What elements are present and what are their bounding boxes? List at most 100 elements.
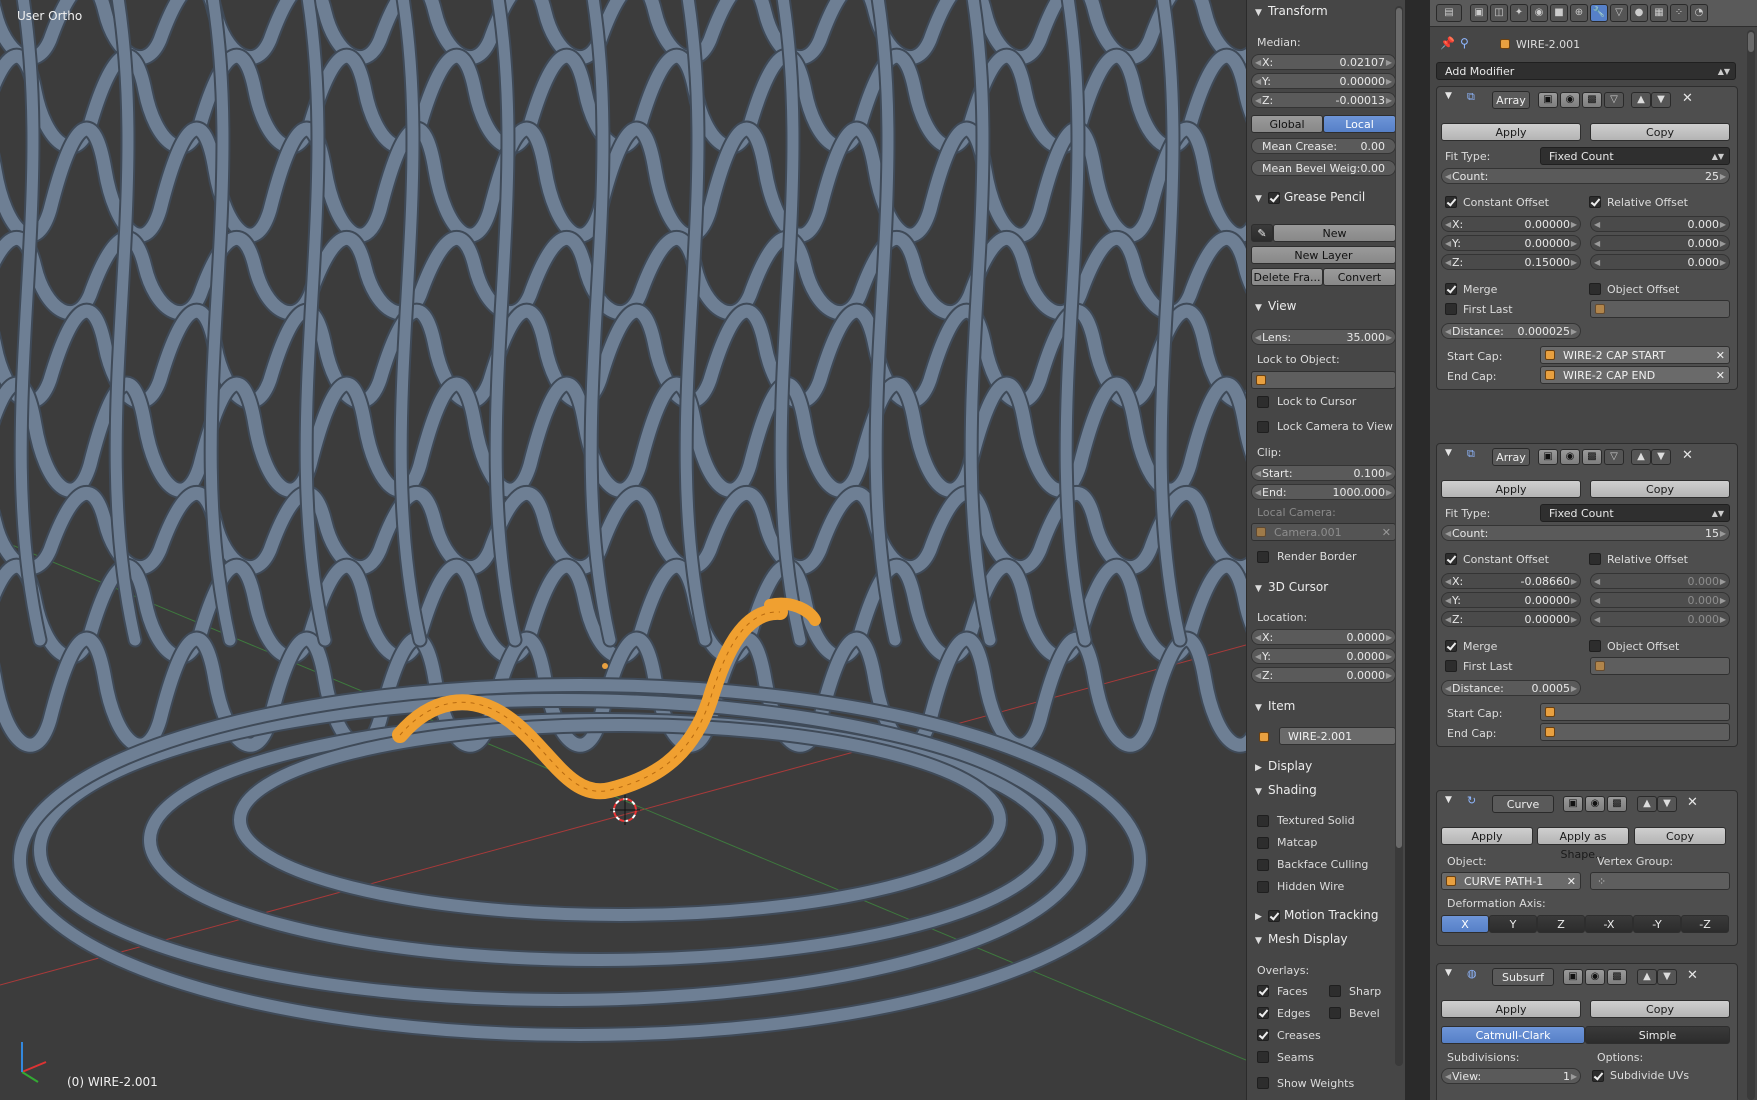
object-offset-checkbox[interactable] [1589,640,1601,652]
relative-x-field[interactable]: ◀ 0.000 ▶ [1590,216,1730,232]
cage-toggle-icon[interactable]: ▽ [1604,449,1624,465]
relative-z-field[interactable]: ◀ 0.000 ▶ [1590,611,1730,627]
lens-field[interactable]: ◀ Lens: 35.000 ▶ [1251,329,1396,345]
move-up-icon[interactable]: ▲ [1631,449,1651,465]
copy-button[interactable]: Copy [1590,123,1730,141]
sharp-checkbox[interactable] [1329,985,1341,997]
physics-tab-icon[interactable]: ◔ [1690,4,1708,22]
data-tab-icon[interactable]: ▽ [1610,4,1628,22]
apply-button[interactable]: Apply [1441,827,1533,845]
local-camera-field[interactable]: Camera.001 ✕ [1251,523,1396,541]
view-header[interactable]: ▼ View [1255,296,1296,316]
modifier-name-field[interactable]: Curve [1492,795,1554,813]
textured-solid-checkbox[interactable] [1257,815,1269,827]
move-down-icon[interactable]: ▼ [1657,796,1677,812]
deformation-axis-z-button[interactable]: Z [1537,915,1585,933]
count-field[interactable]: ◀ Count: 15 ▶ [1441,525,1730,541]
render-border-checkbox[interactable] [1257,551,1269,563]
merge-checkbox[interactable] [1445,640,1457,652]
cursor-z-field[interactable]: ◀ Z: 0.0000 ▶ [1251,667,1396,683]
constant-x-field[interactable]: ◀ X: 0.00000 ▶ [1441,216,1581,232]
grease-pencil-checkbox[interactable] [1268,191,1280,204]
render-toggle-icon[interactable]: ▣ [1538,92,1558,108]
fit-type-dropdown[interactable]: Fixed Count ▲▼ [1540,147,1730,165]
relative-x-field[interactable]: ◀ 0.000 ▶ [1590,573,1730,589]
pencil-icon[interactable]: ✎ [1251,224,1273,242]
constant-z-field[interactable]: ◀ Z: 0.15000 ▶ [1441,254,1581,270]
backface-culling-checkbox[interactable] [1257,859,1269,871]
viewport-toggle-icon[interactable]: ◉ [1585,969,1605,985]
collapse-icon[interactable]: ▼ [1445,968,1452,978]
clear-icon[interactable]: ✕ [1567,873,1576,891]
material-tab-icon[interactable]: ● [1630,4,1648,22]
mean-bevel-field[interactable]: Mean Bevel Weig: 0.00 [1251,160,1396,176]
count-field[interactable]: ◀ Count: 25 ▶ [1441,168,1730,184]
editmode-toggle-icon[interactable]: ▩ [1607,969,1627,985]
relative-offset-checkbox[interactable] [1589,553,1601,565]
constant-offset-checkbox[interactable] [1445,553,1457,565]
render-toggle-icon[interactable]: ▣ [1563,969,1583,985]
constant-z-field[interactable]: ◀ Z: 0.00000 ▶ [1441,611,1581,627]
modifier-name-field[interactable]: Subsurf [1492,968,1554,986]
editmode-toggle-icon[interactable]: ▩ [1607,796,1627,812]
offset-object-field[interactable] [1590,300,1730,318]
collapse-icon[interactable]: ▼ [1445,795,1452,805]
median-y-field[interactable]: ◀ Y: 0.00000 ▶ [1251,73,1396,89]
deformation-axis-y-button[interactable]: Y [1489,915,1537,933]
editmode-toggle-icon[interactable]: ▩ [1582,92,1602,108]
move-down-icon[interactable]: ▼ [1651,92,1671,108]
remove-modifier-icon[interactable]: ✕ [1687,795,1698,810]
relative-z-field[interactable]: ◀ 0.000 ▶ [1590,254,1730,270]
copy-button[interactable]: Copy [1590,480,1730,498]
collapse-icon[interactable]: ▼ [1445,91,1452,101]
texture-tab-icon[interactable]: ▦ [1650,4,1668,22]
matcap-checkbox[interactable] [1257,837,1269,849]
cursor-x-field[interactable]: ◀ X: 0.0000 ▶ [1251,629,1396,645]
vertex-group-field[interactable]: ⁘ [1590,872,1730,890]
edges-checkbox[interactable] [1257,1007,1269,1019]
faces-checkbox[interactable] [1257,985,1269,997]
transform-header[interactable]: ▼ Transform [1255,1,1328,21]
cursor-y-field[interactable]: ◀ Y: 0.0000 ▶ [1251,648,1396,664]
median-x-field[interactable]: ◀ X: 0.02107 ▶ [1251,54,1396,70]
add-modifier-dropdown[interactable]: Add Modifier ▲▼ [1436,62,1736,80]
layers-tab-icon[interactable]: ◫ [1490,4,1508,22]
show-weights-checkbox[interactable] [1257,1077,1269,1089]
remove-modifier-icon[interactable]: ✕ [1687,968,1698,983]
lock-camera-checkbox[interactable] [1257,421,1269,433]
constant-y-field[interactable]: ◀ Y: 0.00000 ▶ [1441,592,1581,608]
merge-checkbox[interactable] [1445,283,1457,295]
new-gpencil-button[interactable]: New [1273,224,1396,242]
clear-icon[interactable]: ✕ [1716,367,1725,385]
constraints-tab-icon[interactable]: ⊕ [1570,4,1588,22]
render-toggle-icon[interactable]: ▣ [1563,796,1583,812]
modifiers-tab-icon[interactable]: 🔧 [1590,4,1608,22]
cage-toggle-icon[interactable]: ▽ [1604,92,1624,108]
deformation-axis-neg-x-button[interactable]: -X [1585,915,1633,933]
move-down-icon[interactable]: ▼ [1651,449,1671,465]
simple-toggle[interactable]: Simple [1585,1026,1730,1044]
clear-icon[interactable]: ✕ [1716,347,1725,365]
apply-button[interactable]: Apply [1441,123,1581,141]
editmode-toggle-icon[interactable]: ▩ [1582,449,1602,465]
world-tab-icon[interactable]: ◉ [1530,4,1548,22]
bevel-checkbox[interactable] [1329,1007,1341,1019]
remove-modifier-icon[interactable]: ✕ [1682,448,1693,463]
start-cap-field[interactable] [1540,703,1730,721]
viewport-toggle-icon[interactable]: ◉ [1585,796,1605,812]
catmull-clark-toggle[interactable]: Catmull-Clark [1441,1026,1585,1044]
mean-crease-field[interactable]: Mean Crease: 0.00 [1251,138,1396,154]
end-cap-field[interactable] [1540,723,1730,741]
delete-frame-button[interactable]: Delete Fra... [1251,268,1323,286]
item-name-field[interactable]: WIRE-2.001 [1279,727,1396,745]
object-tab-icon[interactable]: ■ [1550,4,1568,22]
viewport-canvas[interactable] [0,0,1246,1100]
distance-field[interactable]: ◀ Distance: 0.000025 ▶ [1441,323,1581,339]
collapse-icon[interactable]: ▼ [1445,448,1452,458]
viewport-toggle-icon[interactable]: ◉ [1560,92,1580,108]
new-layer-button[interactable]: New Layer [1251,246,1396,264]
copy-button[interactable]: Copy [1590,1000,1730,1018]
distance-field[interactable]: ◀ Distance: 0.0005 ▶ [1441,680,1581,696]
relative-y-field[interactable]: ◀ 0.000 ▶ [1590,592,1730,608]
deformation-axis-neg-z-button[interactable]: -Z [1681,915,1729,933]
